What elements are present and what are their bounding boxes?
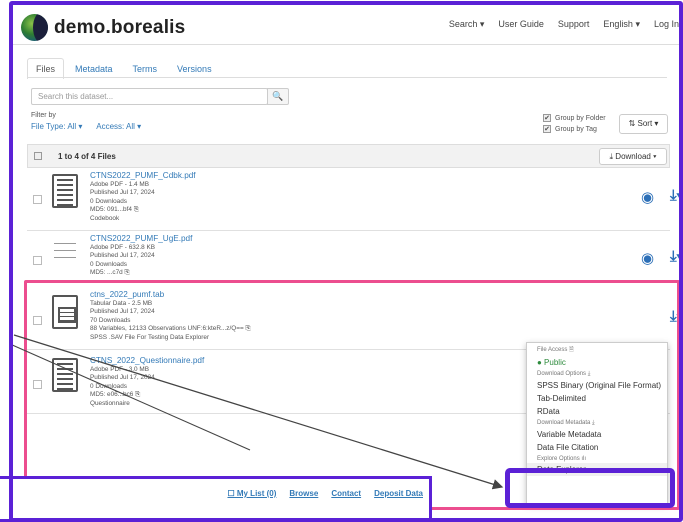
file-download-icon[interactable]: ⤓▾ [670,308,683,325]
file-checksum: MD5: 091...bf4 ⎘ [90,206,139,214]
row-checkbox[interactable] [33,195,42,204]
nav-user-guide[interactable]: User Guide [498,19,544,30]
table-row: CTNS2022_PUMF_UgE.pdf Adobe PDF - 632.8 … [27,231,683,281]
row-checkbox[interactable] [33,380,42,389]
footer-links: ☐ My List (0) Browse Contact Deposit Dat… [214,489,423,498]
navbar: demo.borealis Search ▾ User Guide Suppor… [13,5,683,45]
file-type-size: Tabular Data - 2.5 MB [90,300,153,307]
file-info: CTNS2022_PUMF_Cdbk.pdf Adobe PDF - 1.4 M… [90,171,196,223]
file-download-count: 0 Downloads [90,382,127,390]
download-metadata-header: Download Metadata ⤓ [537,420,595,426]
group-by-folder-label: Group by Folder [555,115,606,122]
menu-item-rdata[interactable]: RData [527,405,667,418]
group-by-tag[interactable]: ✔ Group by Tag [543,124,606,135]
file-type-size: Adobe PDF - 3.0 MB [90,366,149,373]
brand[interactable]: demo.borealis [21,14,185,41]
public-access-status: ● Public [537,358,566,367]
preview-eye-icon[interactable]: ◉ [641,249,654,267]
document-icon [52,358,78,392]
menu-item-tab-delimited[interactable]: Tab-Delimited [527,392,667,405]
file-variables-unf: 88 Variables, 12133 Observations UNF:6:k… [90,325,251,333]
tab-divider [27,77,667,78]
nav-search-menu[interactable]: Search ▾ [449,19,485,30]
logo-icon [21,14,48,41]
file-name-link[interactable]: CTNS2022_PUMF_Cdbk.pdf [90,171,196,181]
file-type-size: Adobe PDF - 632.8 KB [90,244,156,251]
access-filter[interactable]: Access: All ▾ [96,122,141,131]
tab-files[interactable]: Files [27,58,65,79]
file-description: Codebook [90,214,120,222]
file-description: Questionnaire [90,399,130,407]
thumbnail-icon [52,237,78,271]
screenshot-stage: demo.borealis Search ▾ User Guide Suppor… [0,0,683,522]
footer-browse-link[interactable]: Browse [289,489,318,498]
footer-contact-link[interactable]: Contact [331,489,361,498]
file-published-date: Published Jul 17, 2024 [90,252,155,260]
checkbox-checked-icon[interactable]: ✔ [543,125,551,134]
tab-terms[interactable]: Terms [124,58,167,79]
file-info: CTNS_2022_Questionnaire.pdf Adobe PDF - … [90,356,204,408]
file-download-icon[interactable]: ⤓▾ [670,187,683,204]
explore-options-header: Explore Options ılı [537,456,587,462]
footer-my-list-link[interactable]: ☐ My List (0) [227,489,276,498]
file-name-link[interactable]: ctns_2022_pumf.tab [90,290,251,300]
grouping-options: ✔ Group by Folder ✔ Group by Tag [543,113,606,135]
file-published-date: Published Jul 17, 2024 [90,308,155,316]
file-checksum: MD5: e06...bc6 ⎘ [90,391,141,399]
tabular-file-icon [52,295,78,329]
file-download-dropdown: File Access 🗎 ● Public Download Options … [526,342,668,504]
file-access-header: File Access 🗎 [537,347,574,353]
nav-links: Search ▾ User Guide Support English ▾ Lo… [435,19,679,30]
file-checksum: MD5: ...c7d ⎘ [90,269,130,277]
tab-versions[interactable]: Versions [168,58,221,79]
filter-controls: File Type: All ▾ Access: All ▾ [31,122,153,131]
brand-name: demo.borealis [54,16,186,38]
download-button[interactable]: ⤓ Download ▾ [599,148,667,165]
sort-button[interactable]: ⇅ Sort ▾ [619,114,668,134]
document-icon [52,174,78,208]
file-published-date: Published Jul 17, 2024 [90,189,155,197]
tab-metadata[interactable]: Metadata [66,58,122,79]
table-row: ctns_2022_pumf.tab Tabular Data - 2.5 MB… [27,286,683,350]
preview-eye-icon[interactable]: ◉ [641,188,654,206]
group-by-tag-label: Group by Tag [555,126,597,133]
file-published-date: Published Jul 17, 2024 [90,374,155,382]
menu-item-variable-metadata[interactable]: Variable Metadata [527,428,667,441]
menu-item-data-file-citation[interactable]: Data File Citation [527,441,667,454]
table-row: CTNS2022_PUMF_Cdbk.pdf Adobe PDF - 1.4 M… [27,168,683,231]
menu-item-data-explorer[interactable]: Data Explorer [527,463,667,476]
filter-by-label: Filter by [31,112,56,119]
files-table-header: 1 to 4 of 4 Files [27,144,670,168]
file-type-size: Adobe PDF - 1.4 MB [90,181,149,188]
dataset-search-input[interactable]: Search this dataset... [31,88,268,105]
file-download-count: 0 Downloads [90,197,127,205]
file-download-count: 70 Downloads [90,316,131,324]
file-type-filter[interactable]: File Type: All ▾ [31,122,82,131]
file-download-icon[interactable]: ⤓▾ [670,248,683,265]
file-count: 1 to 4 of 4 Files [58,152,116,161]
group-by-folder[interactable]: ✔ Group by Folder [543,113,606,124]
footer-deposit-data-link[interactable]: Deposit Data [374,489,423,498]
checkbox-checked-icon[interactable]: ✔ [543,114,551,123]
row-checkbox[interactable] [33,316,42,325]
nav-login[interactable]: Log In [654,19,679,30]
file-name-link[interactable]: CTNS2022_PUMF_UgE.pdf [90,234,192,244]
nav-support[interactable]: Support [558,19,590,30]
file-info: CTNS2022_PUMF_UgE.pdf Adobe PDF - 632.8 … [90,234,192,278]
dataset-tabs: Files Metadata Terms Versions [27,58,223,79]
file-description: SPSS .SAV File For Testing Data Explorer [90,333,210,341]
download-options-header: Download Options ⤓ [537,371,591,377]
footer-bar: ☐ My List (0) Browse Contact Deposit Dat… [0,476,432,522]
menu-item-spss-binary[interactable]: SPSS Binary (Original File Format) [527,379,667,392]
row-checkbox[interactable] [33,256,42,265]
file-info: ctns_2022_pumf.tab Tabular Data - 2.5 MB… [90,290,251,342]
select-all-checkbox[interactable] [34,152,42,160]
search-icon[interactable]: 🔍 [267,88,289,105]
file-name-link[interactable]: CTNS_2022_Questionnaire.pdf [90,356,204,366]
nav-language-menu[interactable]: English ▾ [603,19,640,30]
file-download-count: 0 Downloads [90,260,127,268]
